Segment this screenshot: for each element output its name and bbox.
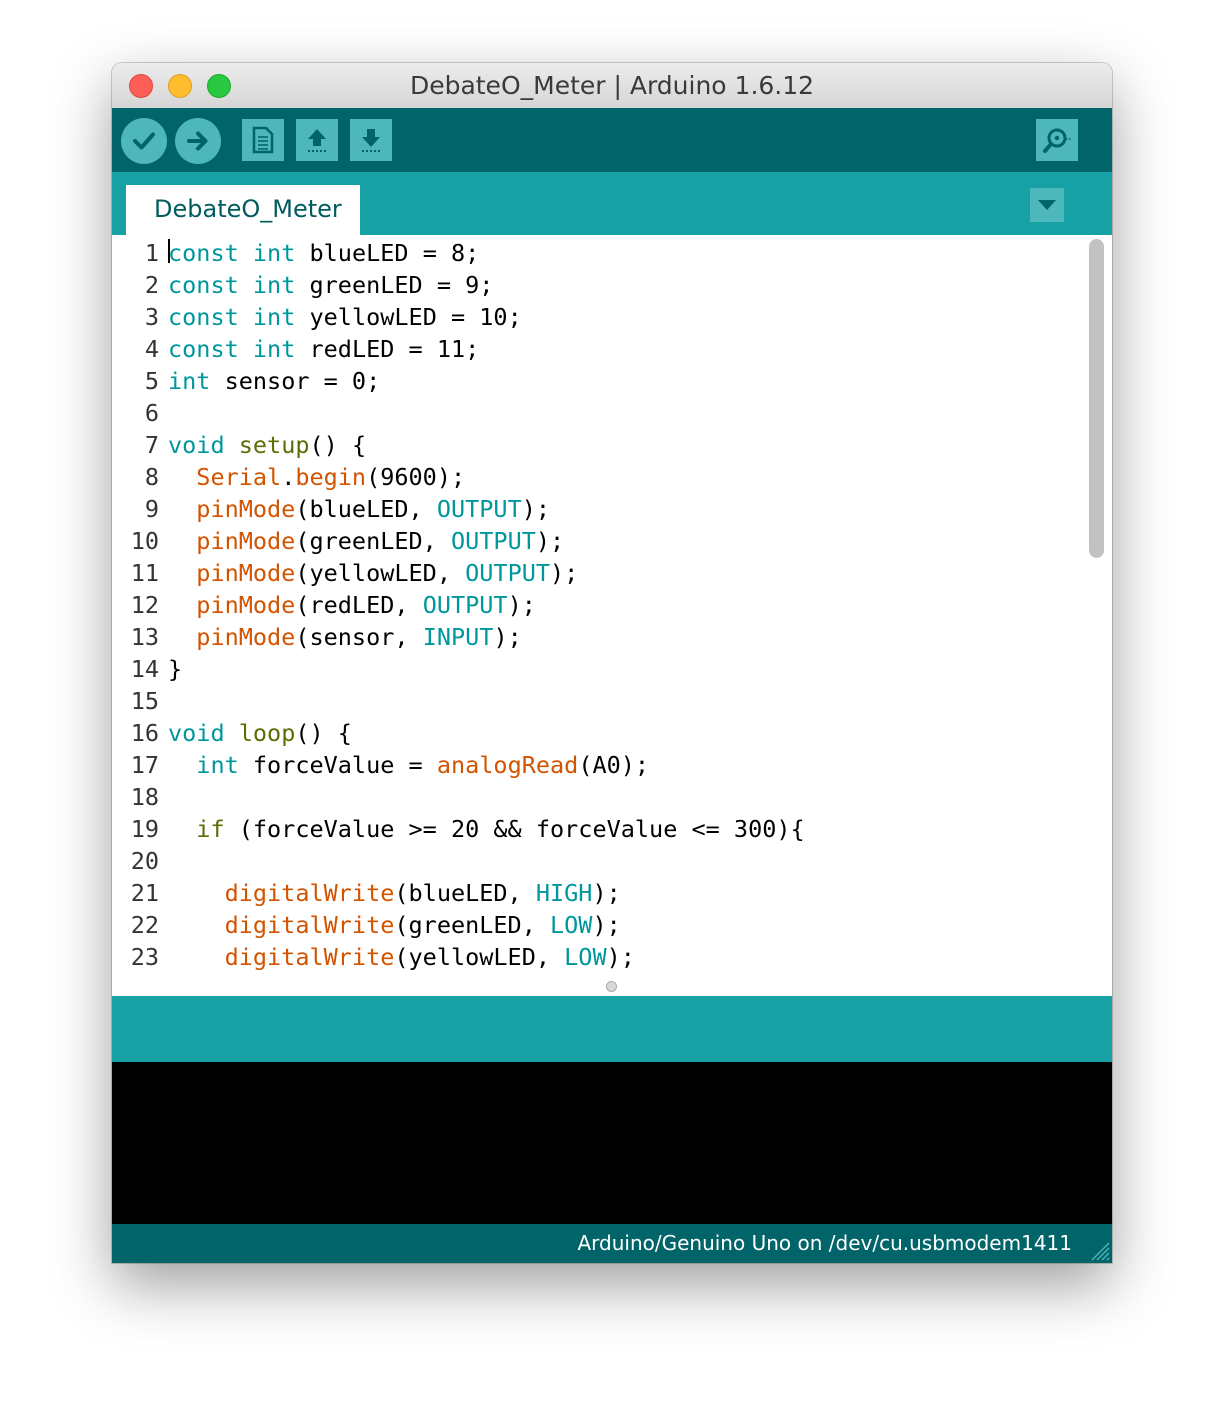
line-number: 2 — [144, 271, 159, 299]
code-line[interactable]: 14} — [112, 653, 1087, 685]
toolbar — [112, 108, 1112, 172]
code-text[interactable]: digitalWrite(yellowLED, LOW); — [168, 941, 635, 973]
code-line[interactable]: 16 void loop() { — [112, 717, 1087, 749]
editor-scrollbar[interactable] — [1089, 239, 1104, 558]
ide-window: DebateO_Meter | Arduino 1.6.12 DebateO_M… — [112, 63, 1112, 1263]
magnifier-icon — [1043, 128, 1072, 153]
new-sketch-button[interactable] — [242, 119, 284, 161]
line-number: 10 — [130, 527, 159, 555]
text-cursor — [168, 239, 170, 263]
line-number: 4 — [144, 335, 159, 363]
code-line[interactable]: 5 int sensor = 0; — [112, 365, 1087, 397]
verify-button[interactable] — [121, 118, 167, 164]
code-line[interactable]: 15 — [112, 685, 1087, 717]
tab-menu-button[interactable] — [1030, 188, 1064, 222]
code-text[interactable]: digitalWrite(blueLED, HIGH); — [168, 877, 621, 909]
title-bar: DebateO_Meter | Arduino 1.6.12 — [112, 63, 1112, 109]
line-number: 9 — [144, 495, 159, 523]
arrow-right-icon — [187, 131, 208, 151]
line-number: 19 — [130, 815, 159, 843]
resize-handle[interactable] — [606, 981, 617, 992]
line-number: 15 — [130, 687, 159, 715]
line-number: 6 — [144, 399, 159, 427]
code-text[interactable]: pinMode(blueLED, OUTPUT); — [168, 493, 550, 525]
code-line[interactable]: 11 pinMode(yellowLED, OUTPUT); — [112, 557, 1087, 589]
code-line[interactable]: 2 const int greenLED = 9; — [112, 269, 1087, 301]
code-text[interactable]: pinMode(sensor, INPUT); — [168, 621, 521, 653]
code-text[interactable]: const int blueLED = 8; — [168, 237, 479, 269]
code-text[interactable]: const int redLED = 11; — [168, 333, 479, 365]
code-text[interactable]: void setup() { — [168, 429, 366, 461]
code-text[interactable]: const int greenLED = 9; — [168, 269, 493, 301]
code-line[interactable]: 9 pinMode(blueLED, OUTPUT); — [112, 493, 1087, 525]
footer-bar: Arduino/Genuino Uno on /dev/cu.usbmodem1… — [112, 1224, 1112, 1263]
code-text[interactable]: } — [168, 653, 182, 685]
line-number: 13 — [130, 623, 159, 651]
line-number: 11 — [130, 559, 159, 587]
code-text[interactable]: Serial.begin(9600); — [168, 461, 465, 493]
line-number: 8 — [144, 463, 159, 491]
code-line[interactable]: 13 pinMode(sensor, INPUT); — [112, 621, 1087, 653]
line-number: 20 — [130, 847, 159, 875]
line-number: 16 — [130, 719, 159, 747]
code-text[interactable]: pinMode(greenLED, OUTPUT); — [168, 525, 564, 557]
code-line[interactable]: 10 pinMode(greenLED, OUTPUT); — [112, 525, 1087, 557]
line-number: 18 — [130, 783, 159, 811]
line-number: 21 — [130, 879, 159, 907]
code-line[interactable]: 17 int forceValue = analogRead(A0); — [112, 749, 1087, 781]
code-line[interactable]: 1 const int blueLED = 8; — [112, 237, 1087, 269]
message-bar — [112, 996, 1112, 1062]
code-line[interactable]: 8 Serial.begin(9600); — [112, 461, 1087, 493]
resize-grip-icon[interactable] — [1088, 1239, 1110, 1261]
line-number: 5 — [144, 367, 159, 395]
open-sketch-button[interactable] — [296, 119, 338, 161]
code-text[interactable]: int sensor = 0; — [168, 365, 380, 397]
code-line[interactable]: 12 pinMode(redLED, OUTPUT); — [112, 589, 1087, 621]
line-number: 12 — [130, 591, 159, 619]
console-output[interactable] — [112, 1062, 1112, 1224]
line-number: 7 — [144, 431, 159, 459]
window-title: DebateO_Meter | Arduino 1.6.12 — [409, 71, 815, 100]
code-line[interactable]: 7 void setup() { — [112, 429, 1087, 461]
code-line[interactable]: 23 digitalWrite(yellowLED, LOW); — [112, 941, 1087, 973]
code-text[interactable]: if (forceValue >= 20 && forceValue <= 30… — [168, 813, 804, 845]
tab-bar: DebateO_Meter — [112, 172, 1112, 235]
upload-button[interactable] — [175, 118, 221, 164]
code-text[interactable]: void loop() { — [168, 717, 352, 749]
code-lines[interactable]: 1 const int blueLED = 8; 2 const int greenL… — [112, 237, 1087, 978]
line-number: 14 — [130, 655, 159, 683]
code-line[interactable]: 20 — [112, 845, 1087, 877]
code-line[interactable]: 21 digitalWrite(blueLED, HIGH); — [112, 877, 1087, 909]
code-line[interactable]: 19 if (forceValue >= 20 && forceValue <=… — [112, 813, 1087, 845]
chevron-down-icon — [1038, 200, 1056, 210]
editor-console-divider[interactable] — [112, 978, 1112, 996]
document-icon — [252, 126, 274, 154]
line-number: 3 — [144, 303, 159, 331]
line-number: 17 — [130, 751, 159, 779]
code-text[interactable]: const int yellowLED = 10; — [168, 301, 522, 333]
code-line[interactable]: 6 — [112, 397, 1087, 429]
code-line[interactable]: 3 const int yellowLED = 10; — [112, 301, 1087, 333]
save-sketch-button[interactable] — [350, 119, 392, 161]
tab-debateo-meter[interactable]: DebateO_Meter — [126, 185, 360, 235]
code-text[interactable]: int forceValue = analogRead(A0); — [168, 749, 649, 781]
code-text[interactable]: pinMode(redLED, OUTPUT); — [168, 589, 536, 621]
serial-monitor-button[interactable] — [1036, 119, 1078, 161]
code-line[interactable]: 22 digitalWrite(greenLED, LOW); — [112, 909, 1087, 941]
line-number: 1 — [144, 239, 159, 267]
arrow-up-icon — [308, 129, 326, 152]
arrow-down-icon — [362, 129, 380, 152]
code-line[interactable]: 4 const int redLED = 11; — [112, 333, 1087, 365]
code-editor[interactable]: 1 const int blueLED = 8; 2 const int greenL… — [112, 235, 1112, 978]
code-text[interactable]: pinMode(yellowLED, OUTPUT); — [168, 557, 578, 589]
code-text[interactable]: digitalWrite(greenLED, LOW); — [168, 909, 621, 941]
line-number: 22 — [130, 911, 159, 939]
line-number: 23 — [130, 943, 159, 971]
checkmark-icon — [133, 132, 155, 150]
code-line[interactable]: 18 — [112, 781, 1087, 813]
board-port-label: Arduino/Genuino Uno on /dev/cu.usbmodem1… — [577, 1231, 1072, 1255]
